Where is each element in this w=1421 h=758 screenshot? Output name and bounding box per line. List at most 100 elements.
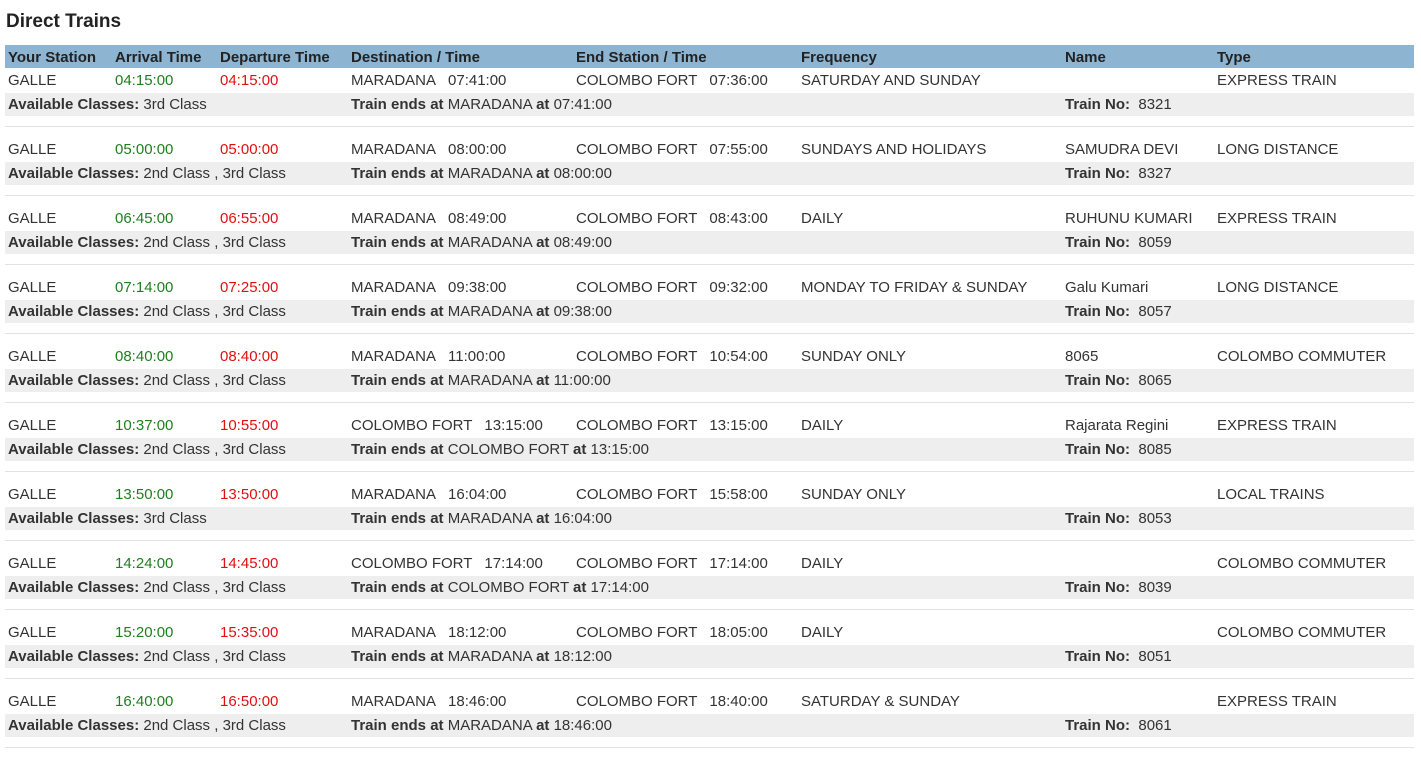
header-end-station-time[interactable]: End Station / Time <box>576 49 707 66</box>
table-row[interactable]: GALLE 15:20:00 15:35:00 MARADANA 18:12:00… <box>5 620 1414 645</box>
available-classes-value: 2nd Class , 3rd Class <box>143 648 286 665</box>
train-type-cell: LONG DISTANCE <box>1217 141 1339 158</box>
end-station-cell: COLOMBO FORT 15:58:00 <box>576 486 768 503</box>
departure-time-cell: 08:40:00 <box>220 348 279 365</box>
train-ends-station: COLOMBO FORT <box>447 441 569 458</box>
train-ends-time: 17:14:00 <box>590 579 649 596</box>
available-classes-label: Available Classes: <box>8 165 140 182</box>
train-ends-label: Train ends at <box>351 717 444 734</box>
frequency-cell: SUNDAY ONLY <box>801 486 907 503</box>
destination-time: 07:41:00 <box>448 72 507 89</box>
table-row[interactable]: GALLE 10:37:00 10:55:00 COLOMBO FORT 13:1… <box>5 413 1414 438</box>
row-divider <box>5 333 1414 334</box>
train-number: Train No: 8061 <box>1065 717 1172 734</box>
destination-cell: COLOMBO FORT 13:15:00 <box>351 417 543 434</box>
header-destination-time[interactable]: Destination / Time <box>351 49 480 66</box>
train-schedule-table: Your Station Arrival Time Departure Time… <box>5 45 1414 758</box>
train-ends-time: 16:04:00 <box>553 510 612 527</box>
train-entry: GALLE 15:20:00 15:35:00 MARADANA 18:12:00… <box>5 620 1414 689</box>
available-classes-value: 2nd Class , 3rd Class <box>143 303 286 320</box>
destination-time: 11:00:00 <box>448 348 506 365</box>
train-ends-time: 08:00:00 <box>553 165 612 182</box>
train-ends-info: Train ends at MARADANA at 09:38:00 <box>351 303 612 320</box>
table-row[interactable]: GALLE 05:00:00 05:00:00 MARADANA 08:00:00… <box>5 137 1414 162</box>
train-number: Train No: 8065 <box>1065 372 1172 389</box>
available-classes-value: 2nd Class , 3rd Class <box>143 372 286 389</box>
destination-name: MARADANA <box>351 141 437 158</box>
end-station-time: 07:36:00 <box>709 72 768 89</box>
train-no-label: Train No: <box>1065 717 1131 734</box>
train-type-cell: COLOMBO COMMUTER <box>1217 348 1387 365</box>
destination-time: 13:15:00 <box>484 417 543 434</box>
train-number: Train No: 8053 <box>1065 510 1172 527</box>
detail-row: Available Classes: 3rd Class Train ends … <box>5 507 1414 530</box>
header-frequency[interactable]: Frequency <box>801 49 877 66</box>
destination-time: 09:38:00 <box>448 279 507 296</box>
destination-cell: MARADANA 09:38:00 <box>351 279 506 296</box>
station-cell: GALLE <box>8 555 57 572</box>
train-ends-station: MARADANA <box>447 648 532 665</box>
arrival-time-cell: 10:37:00 <box>115 417 174 434</box>
train-ends-time: 11:00:00 <box>553 372 611 389</box>
train-type-cell: EXPRESS TRAIN <box>1217 417 1337 434</box>
available-classes-value: 2nd Class , 3rd Class <box>143 717 286 734</box>
train-ends-at-label: at <box>536 303 550 320</box>
end-station-cell: COLOMBO FORT 17:14:00 <box>576 555 768 572</box>
train-ends-at-label: at <box>573 441 587 458</box>
row-divider <box>5 540 1414 541</box>
train-entry: GALLE 04:15:00 04:15:00 MARADANA 07:41:00… <box>5 68 1414 137</box>
end-station-cell: COLOMBO FORT 08:43:00 <box>576 210 768 227</box>
frequency-cell: DAILY <box>801 624 844 641</box>
table-row[interactable]: GALLE 04:15:00 04:15:00 MARADANA 07:41:00… <box>5 68 1414 93</box>
station-cell: GALLE <box>8 210 57 227</box>
train-ends-at-label: at <box>573 579 587 596</box>
header-departure-time[interactable]: Departure Time <box>220 49 330 66</box>
train-no-label: Train No: <box>1065 648 1131 665</box>
train-ends-at-label: at <box>536 234 550 251</box>
train-ends-station: MARADANA <box>447 96 532 113</box>
header-arrival-time[interactable]: Arrival Time <box>115 49 201 66</box>
end-station-time: 08:43:00 <box>709 210 768 227</box>
row-divider <box>5 126 1414 127</box>
header-your-station[interactable]: Your Station <box>8 49 96 66</box>
table-row[interactable]: GALLE 14:24:00 14:45:00 COLOMBO FORT 17:1… <box>5 551 1414 576</box>
train-no-value: 8051 <box>1138 648 1172 665</box>
arrival-time-cell: 08:40:00 <box>115 348 174 365</box>
table-row[interactable]: GALLE 07:14:00 07:25:00 MARADANA 09:38:00… <box>5 275 1414 300</box>
station-cell: GALLE <box>8 693 57 710</box>
table-row[interactable]: GALLE 06:45:00 06:55:00 MARADANA 08:49:00… <box>5 206 1414 231</box>
header-type[interactable]: Type <box>1217 49 1251 66</box>
train-type-cell: LONG DISTANCE <box>1217 279 1339 296</box>
train-ends-station: COLOMBO FORT <box>447 579 569 596</box>
train-entry: GALLE 10:37:00 10:55:00 COLOMBO FORT 13:1… <box>5 413 1414 482</box>
train-type-cell: COLOMBO COMMUTER <box>1217 555 1387 572</box>
train-name-cell: SAMUDRA DEVI <box>1065 141 1179 158</box>
header-name[interactable]: Name <box>1065 49 1106 66</box>
table-row[interactable]: GALLE 16:40:00 16:50:00 MARADANA 18:46:00… <box>5 689 1414 714</box>
end-station-cell: COLOMBO FORT 18:05:00 <box>576 624 768 641</box>
station-cell: GALLE <box>8 141 57 158</box>
end-station-name: COLOMBO FORT <box>576 210 698 227</box>
train-entry: GALLE 06:45:00 06:55:00 MARADANA 08:49:00… <box>5 206 1414 275</box>
train-no-value: 8321 <box>1138 96 1172 113</box>
table-row[interactable]: GALLE 13:50:00 13:50:00 MARADANA 16:04:00… <box>5 482 1414 507</box>
detail-row: Available Classes: 3rd Class Train ends … <box>5 93 1414 116</box>
train-no-value: 8039 <box>1138 579 1172 596</box>
departure-time-cell: 05:00:00 <box>220 141 279 158</box>
arrival-time-cell: 16:40:00 <box>115 693 174 710</box>
table-row[interactable]: GALLE 08:40:00 08:40:00 MARADANA 11:00:00… <box>5 344 1414 369</box>
train-ends-at-label: at <box>536 717 550 734</box>
available-classes-value: 3rd Class <box>143 96 207 113</box>
train-no-value: 8327 <box>1138 165 1172 182</box>
destination-name: MARADANA <box>351 348 437 365</box>
train-name-cell: Galu Kumari <box>1065 279 1149 296</box>
train-ends-info: Train ends at COLOMBO FORT at 13:15:00 <box>351 441 649 458</box>
train-entry: GALLE 05:00:00 05:00:00 MARADANA 08:00:00… <box>5 137 1414 206</box>
arrival-time-cell: 07:14:00 <box>115 279 174 296</box>
available-classes: Available Classes: 3rd Class <box>8 96 207 113</box>
train-no-label: Train No: <box>1065 165 1131 182</box>
train-name-cell: RUHUNU KUMARI <box>1065 210 1193 227</box>
destination-time: 17:14:00 <box>484 555 543 572</box>
arrival-time-cell: 05:00:00 <box>115 141 174 158</box>
end-station-time: 10:54:00 <box>709 348 768 365</box>
